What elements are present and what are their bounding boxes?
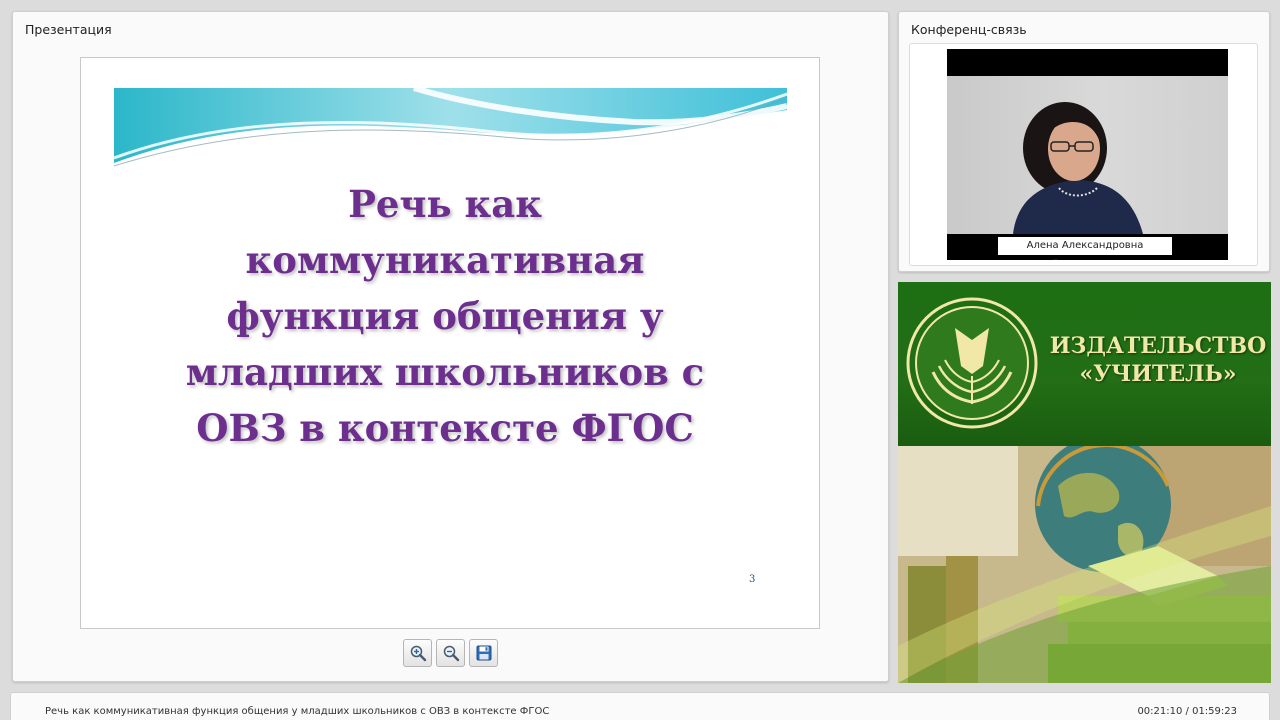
zoom-in-icon bbox=[410, 645, 426, 662]
slide-title-line: Речь как bbox=[348, 182, 542, 226]
slide-wave-decoration bbox=[114, 88, 787, 167]
speaker-name-label: Алена Александровна Расторгуева bbox=[998, 237, 1172, 260]
slide-title-line: ОВЗ в контексте ФГОС bbox=[196, 406, 694, 450]
presentation-panel-title: Презентация bbox=[25, 22, 112, 37]
publisher-name: ИЗДАТЕЛЬСТВО «УЧИТЕЛЬ» bbox=[1048, 332, 1268, 388]
zoom-in-button[interactable] bbox=[403, 639, 432, 667]
lecture-title: Речь как коммуникативная функция общения… bbox=[45, 706, 550, 717]
zoom-out-icon bbox=[443, 645, 459, 662]
slide-page-number: 3 bbox=[749, 574, 756, 585]
player-footer: Речь как коммуникативная функция общения… bbox=[10, 692, 1270, 720]
publisher-banner-image bbox=[898, 446, 1271, 683]
slide-title-line: функция общения у bbox=[226, 294, 664, 338]
publisher-logo-icon bbox=[906, 297, 1038, 429]
publisher-name-line: ИЗДАТЕЛЬСТВО bbox=[1049, 333, 1267, 359]
publisher-banner: ИЗДАТЕЛЬСТВО «УЧИТЕЛЬ» bbox=[898, 282, 1271, 683]
publisher-banner-header: ИЗДАТЕЛЬСТВО «УЧИТЕЛЬ» bbox=[898, 282, 1271, 446]
presentation-panel: Презентация Речь как коммуникативная фун… bbox=[12, 11, 889, 682]
playback-time: 00:21:10 / 01:59:23 bbox=[1137, 706, 1237, 717]
speaker-silhouette bbox=[1013, 102, 1143, 234]
slide-title: Речь как коммуникативная функция общения… bbox=[81, 176, 809, 456]
slide-title-line: младших школьников с bbox=[185, 350, 705, 394]
conference-panel: Конференц-связь Алена Александровна Раст… bbox=[898, 11, 1270, 272]
save-button[interactable] bbox=[469, 639, 498, 667]
zoom-out-button[interactable] bbox=[436, 639, 465, 667]
presentation-slide: Речь как коммуникативная функция общения… bbox=[80, 57, 820, 629]
books-and-globe-illustration bbox=[898, 446, 1271, 683]
video-frame: Алена Александровна Расторгуева bbox=[909, 43, 1258, 266]
floppy-disk-icon bbox=[476, 645, 491, 661]
slide-title-line: коммуникативная bbox=[245, 238, 645, 282]
publisher-name-line: «УЧИТЕЛЬ» bbox=[1079, 361, 1237, 387]
conference-panel-title: Конференц-связь bbox=[911, 22, 1027, 37]
speaker-video[interactable]: Алена Александровна Расторгуева bbox=[947, 49, 1228, 260]
